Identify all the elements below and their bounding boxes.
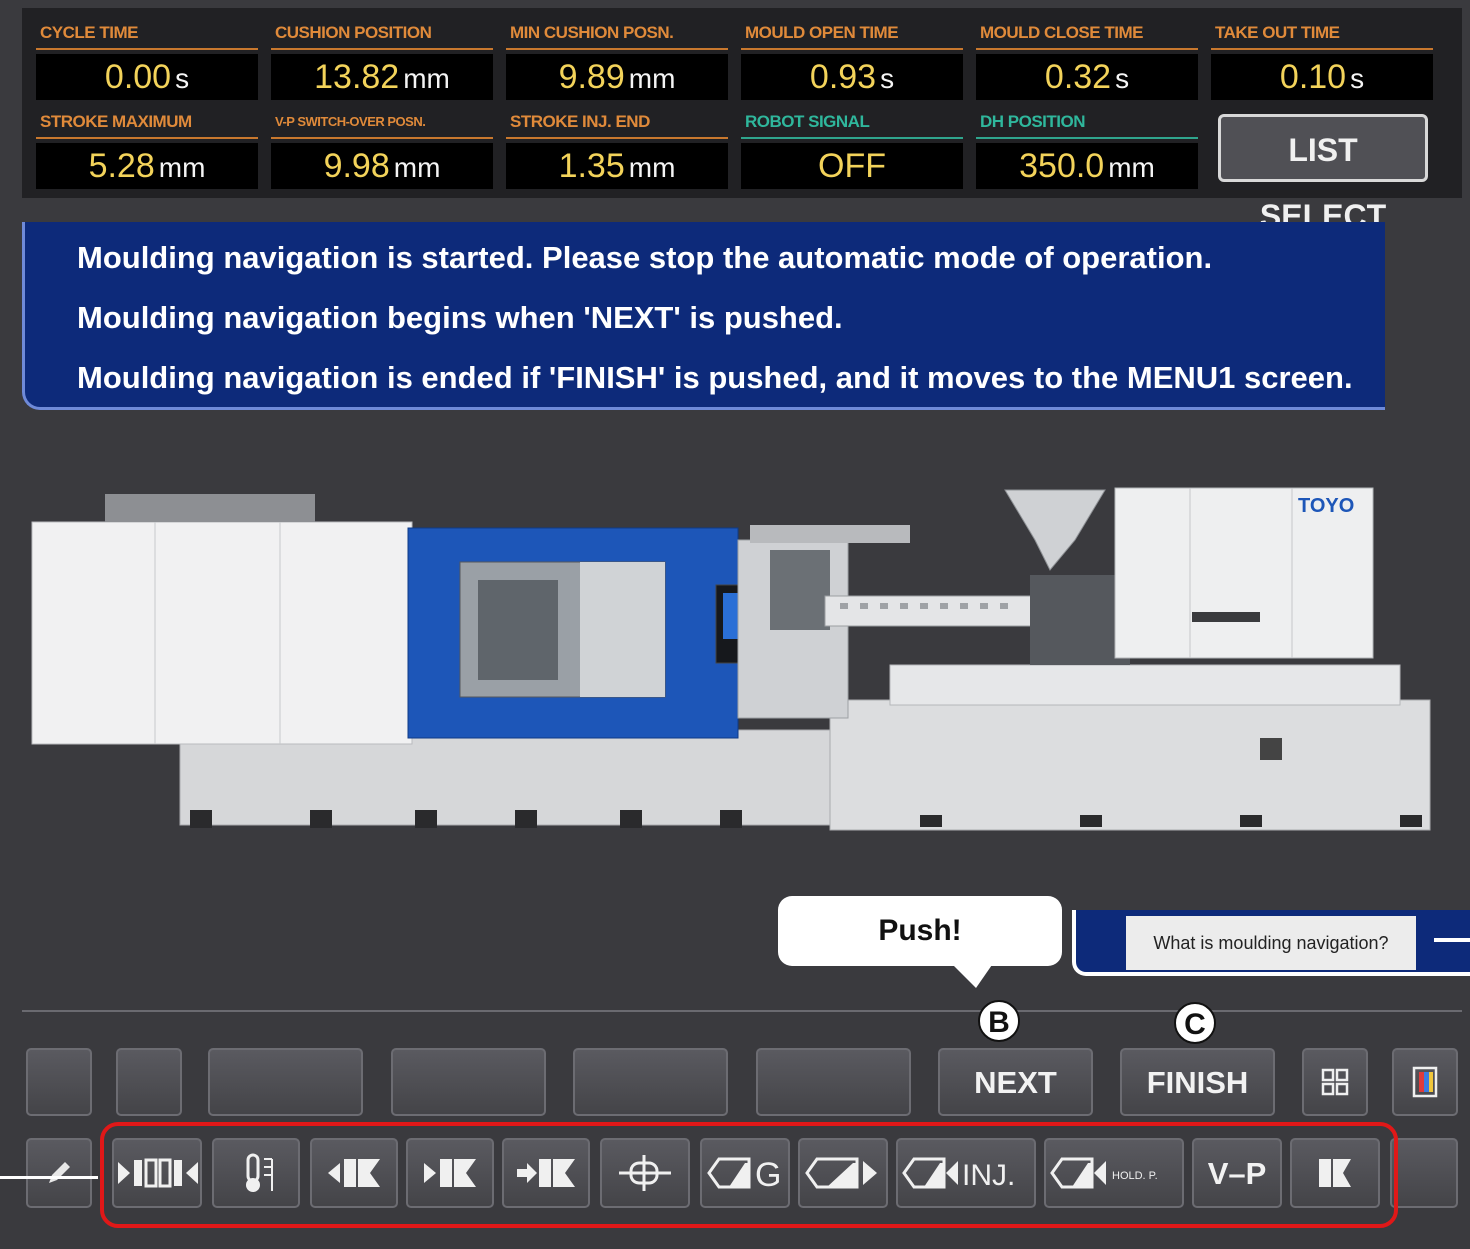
monitor-value: 0.32 s (976, 54, 1198, 100)
finish-button[interactable]: FINISH (1120, 1048, 1275, 1116)
pencil-icon (49, 1162, 70, 1183)
monitor-value: 9.89 mm (506, 54, 728, 100)
message-line: Moulding navigation is started. Please s… (77, 240, 1213, 275)
monitor-label: STROKE MAXIMUM (36, 107, 258, 139)
monitor-take-out-time: TAKE OUT TIME 0.10 s (1211, 18, 1433, 100)
function-key-blank-6[interactable] (756, 1048, 911, 1116)
monitor-dh-position: DH POSITION 350.0 mm (976, 107, 1198, 189)
injection-moulding-machine-image: TOYO (31, 487, 1431, 831)
monitor-mould-open-time: MOULD OPEN TIME 0.93 s (741, 18, 963, 100)
grid-menu-button[interactable] (1302, 1048, 1368, 1116)
screen: CYCLE TIME 0.00 s CUSHION POSITION 13.82 m… (0, 0, 1470, 1249)
monitor-label: STROKE INJ. END (506, 107, 728, 139)
grid-icon (1321, 1068, 1349, 1096)
message-line: Moulding navigation is ended if 'FINISH'… (77, 360, 1353, 395)
monitor-label: MIN CUSHION POSN. (506, 18, 728, 50)
list-select-button[interactable]: LIST SELECT (1218, 114, 1428, 234)
monitor-robot-signal: ROBOT SIGNAL OFF (741, 107, 963, 189)
monitor-min-cushion: MIN CUSHION POSN. 9.89 mm (506, 18, 728, 100)
monitor-label: CYCLE TIME (36, 18, 258, 50)
monitor-value: 0.00 s (36, 54, 258, 100)
function-key-blank-2[interactable] (116, 1048, 182, 1116)
monitor-value: 1.35 mm (506, 143, 728, 189)
monitor-label: TAKE OUT TIME (1211, 18, 1433, 50)
monitor-mould-close-time: MOULD CLOSE TIME 0.32 s (976, 18, 1198, 100)
callout-line (1434, 938, 1470, 942)
monitor-stroke-maximum: STROKE MAXIMUM 5.28 mm (36, 107, 258, 189)
callout-line-left (0, 1176, 98, 1179)
divider (22, 1010, 1462, 1012)
monitor-cycle-time: CYCLE TIME 0.00 s (36, 18, 258, 100)
function-key-blank-right[interactable] (1390, 1138, 1458, 1208)
monitor-label: DH POSITION (976, 107, 1198, 139)
next-button[interactable]: NEXT (938, 1048, 1093, 1116)
monitor-value: 0.93 s (741, 54, 963, 100)
monitor-panel: CYCLE TIME 0.00 s CUSHION POSITION 13.82 m… (22, 8, 1462, 234)
monitor-value: 350.0 mm (976, 143, 1198, 189)
push-hint-bubble: Push! (778, 896, 1062, 966)
monitor-value: 9.98 mm (271, 143, 493, 189)
brand-logo: TOYO (1298, 495, 1354, 517)
monitor-vp-switch-over: V-P SWITCH-OVER POSN. 9.98 mm (271, 107, 493, 189)
function-key-blank-5[interactable] (573, 1048, 728, 1116)
monitor-value: OFF (741, 143, 963, 189)
monitor-label: ROBOT SIGNAL (741, 107, 963, 139)
color-book-button[interactable] (1392, 1048, 1458, 1116)
marker-b: B (978, 1000, 1020, 1042)
monitor-value: 5.28 mm (36, 143, 258, 189)
monitor-label: MOULD CLOSE TIME (976, 18, 1198, 50)
monitor-label: CUSHION POSITION (271, 18, 493, 50)
edit-button[interactable] (26, 1138, 92, 1208)
function-key-blank-3[interactable] (208, 1048, 363, 1116)
monitor-stroke-inj-end: STROKE INJ. END 1.35 mm (506, 107, 728, 189)
monitor-label: V-P SWITCH-OVER POSN. (271, 107, 493, 139)
navigation-message-banner: Moulding navigation is started. Please s… (22, 222, 1385, 410)
monitor-value: 0.10 s (1211, 54, 1433, 100)
what-is-moulding-navigation-button[interactable]: What is moulding navigation? (1126, 916, 1416, 970)
tab-row-highlight (100, 1122, 1398, 1228)
message-line: Moulding navigation begins when 'NEXT' i… (77, 300, 843, 335)
function-key-blank-1[interactable] (26, 1048, 92, 1116)
marker-c: C (1174, 1002, 1216, 1044)
push-hint-tail (950, 962, 994, 988)
color-book-icon (1412, 1066, 1438, 1098)
monitor-value: 13.82 mm (271, 54, 493, 100)
monitor-label: MOULD OPEN TIME (741, 18, 963, 50)
function-key-blank-4[interactable] (391, 1048, 546, 1116)
monitor-cushion-position: CUSHION POSITION 13.82 mm (271, 18, 493, 100)
